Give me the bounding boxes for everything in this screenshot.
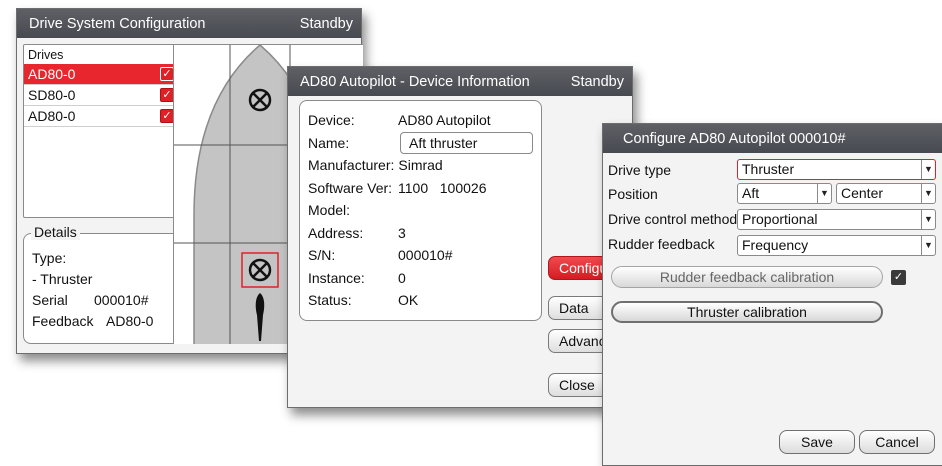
info-row-software: Software Ver: 1100 100026 bbox=[308, 177, 541, 200]
info-value: 0 bbox=[398, 269, 406, 286]
info-key: Manufacturer: bbox=[308, 157, 395, 174]
chevron-down-icon: ▼ bbox=[921, 236, 935, 255]
device-name-input[interactable]: Aft thruster bbox=[400, 131, 533, 154]
info-key: Device: bbox=[308, 112, 355, 129]
info-row-status: Status: OK bbox=[308, 289, 541, 312]
device-info-box: Device: AD80 Autopilot Name: Aft thruste… bbox=[299, 100, 542, 321]
info-key: Address: bbox=[308, 224, 364, 241]
thruster-calibration-button[interactable]: Thruster calibration bbox=[611, 301, 883, 323]
drives-list: Drives AD80-0 ✓ SD80-0 ✓ AD80-0 ✓ bbox=[23, 44, 181, 218]
device-information-dialog: AD80 Autopilot - Device Information Stan… bbox=[287, 66, 634, 408]
rudder-feedback-label: Rudder feedback bbox=[608, 236, 715, 252]
info-key: Software Ver: bbox=[308, 179, 393, 196]
drive-type-select[interactable]: Thruster ▼ bbox=[737, 159, 936, 180]
configure-titlebar: Configure AD80 Autopilot 000010# bbox=[603, 124, 942, 153]
rudder-feedback-select[interactable]: Frequency ▼ bbox=[737, 235, 936, 256]
info-value: 3 bbox=[398, 224, 406, 241]
info-key: S/N: bbox=[308, 247, 336, 264]
position-fore-aft-select[interactable]: Aft ▼ bbox=[737, 183, 832, 204]
cancel-button[interactable]: Cancel bbox=[859, 430, 935, 454]
drive-enabled-checkbox[interactable]: ✓ bbox=[160, 67, 174, 81]
details-feedback: Feedback AD80-0 bbox=[32, 311, 180, 332]
drive-type-value: Thruster bbox=[742, 161, 795, 177]
info-row-device: Device: AD80 Autopilot bbox=[308, 109, 541, 132]
configure-autopilot-dialog: Configure AD80 Autopilot 000010# Drive t… bbox=[602, 123, 942, 466]
info-value: 1100 100026 bbox=[398, 179, 487, 196]
drive-type-label: Drive type bbox=[608, 162, 672, 178]
info-value: 000010# bbox=[398, 247, 453, 264]
details-feedback-value: AD80-0 bbox=[106, 313, 154, 329]
details-type-label: Type: bbox=[32, 250, 67, 266]
rudder-feedback-row: Rudder feedback bbox=[608, 233, 736, 255]
details-legend: Details bbox=[31, 224, 80, 240]
drive-row-ad80-0[interactable]: AD80-0 ✓ bbox=[24, 64, 180, 85]
details-type-value: - Thruster bbox=[32, 271, 93, 287]
drive-config-title: Drive System Configuration bbox=[29, 15, 206, 32]
rudder-calibration-checkbox[interactable]: ✓ bbox=[891, 270, 906, 285]
info-row-model: Model: bbox=[308, 199, 541, 222]
device-info-status: Standby bbox=[570, 73, 624, 90]
details-feedback-label: Feedback bbox=[32, 313, 94, 329]
info-key: Instance: bbox=[308, 269, 365, 286]
info-value: Simrad bbox=[398, 157, 443, 174]
info-row-address: Address: 3 bbox=[308, 222, 541, 245]
control-method-label: Drive control method bbox=[608, 211, 738, 227]
drive-row-ad80-0-second[interactable]: AD80-0 ✓ bbox=[24, 106, 180, 127]
position-fore-aft-value: Aft bbox=[742, 185, 760, 201]
device-info-titlebar: AD80 Autopilot - Device Information Stan… bbox=[288, 67, 632, 96]
info-row-name: Name: Aft thruster bbox=[308, 131, 541, 155]
drive-name: AD80-0 bbox=[28, 66, 76, 82]
info-value: AD80 Autopilot bbox=[398, 112, 491, 129]
chevron-down-icon: ▼ bbox=[921, 184, 935, 203]
control-method-row: Drive control method bbox=[608, 208, 738, 230]
info-key: Name: bbox=[308, 134, 350, 151]
drive-config-status: Standby bbox=[299, 15, 353, 32]
chevron-down-icon: ▼ bbox=[817, 184, 831, 203]
save-button[interactable]: Save bbox=[779, 430, 855, 454]
position-label: Position bbox=[608, 186, 658, 202]
info-row-manufacturer: Manufacturer: Simrad bbox=[308, 154, 541, 177]
position-row: Position bbox=[608, 183, 736, 205]
drives-list-header: Drives bbox=[28, 48, 64, 62]
details-serial-label: Serial bbox=[32, 292, 68, 308]
details-serial: Serial 000010# bbox=[32, 290, 180, 311]
info-row-serial: S/N: 000010# bbox=[308, 244, 541, 267]
position-side-select[interactable]: Center ▼ bbox=[836, 183, 936, 204]
info-row-instance: Instance: 0 bbox=[308, 267, 541, 290]
chevron-down-icon: ▼ bbox=[921, 210, 935, 229]
rudder-feedback-calibration-button[interactable]: Rudder feedback calibration bbox=[611, 266, 883, 288]
drive-config-titlebar: Drive System Configuration Standby bbox=[17, 9, 361, 38]
position-side-value: Center bbox=[841, 185, 884, 201]
device-info-title: AD80 Autopilot - Device Information bbox=[300, 73, 530, 90]
drive-enabled-checkbox[interactable]: ✓ bbox=[160, 109, 174, 123]
drive-name: AD80-0 bbox=[28, 108, 76, 124]
control-method-value: Proportional bbox=[742, 211, 818, 227]
rudder-feedback-value: Frequency bbox=[742, 237, 809, 253]
drive-enabled-checkbox[interactable]: ✓ bbox=[160, 88, 174, 102]
drive-type-row: Drive type bbox=[608, 159, 736, 181]
info-key: Status: bbox=[308, 292, 352, 309]
configure-title: Configure AD80 Autopilot 000010# bbox=[623, 130, 846, 147]
chevron-down-icon: ▼ bbox=[921, 160, 935, 179]
drive-name: SD80-0 bbox=[28, 87, 76, 103]
details-panel: Details Type: - Thruster Serial 000010# F… bbox=[23, 224, 181, 344]
details-serial-value: 000010# bbox=[94, 292, 149, 308]
info-key: Model: bbox=[308, 202, 351, 219]
drive-row-sd80-0[interactable]: SD80-0 ✓ bbox=[24, 85, 180, 106]
info-value: OK bbox=[398, 292, 419, 309]
control-method-select[interactable]: Proportional ▼ bbox=[737, 209, 936, 230]
